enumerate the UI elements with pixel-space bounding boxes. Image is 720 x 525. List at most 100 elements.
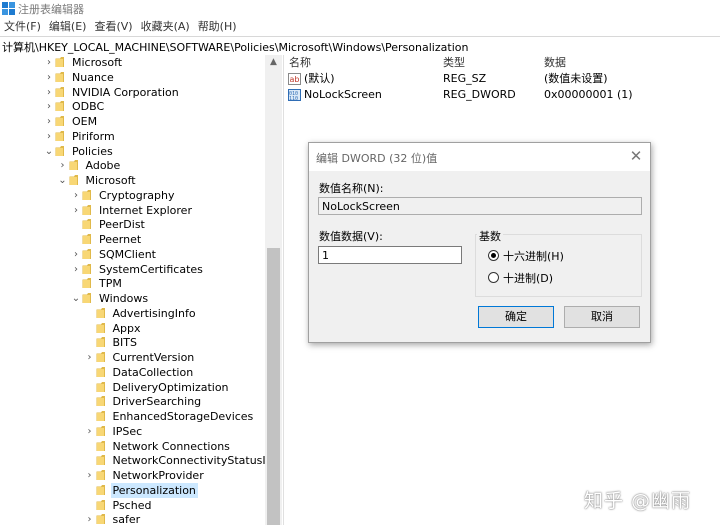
tree-item[interactable]: TPM bbox=[0, 276, 265, 291]
value-name: (默认) bbox=[304, 72, 335, 85]
tree-item-label: DriverSearching bbox=[112, 395, 202, 409]
column-header-data[interactable]: 数据 bbox=[544, 55, 566, 70]
window-title: 注册表编辑器 bbox=[18, 3, 84, 16]
tree-item[interactable]: › Cryptography bbox=[0, 188, 265, 203]
address-path[interactable]: 计算机\HKEY_LOCAL_MACHINE\SOFTWARE\Policies… bbox=[2, 39, 468, 55]
value-name-field[interactable]: NoLockScreen bbox=[318, 197, 642, 215]
radio-decimal[interactable] bbox=[488, 272, 499, 283]
value-row[interactable]: ab (默认) REG_SZ (数值未设置) bbox=[287, 71, 717, 87]
tree-item-label: Psched bbox=[112, 498, 152, 512]
chevron-right-icon[interactable]: › bbox=[44, 55, 54, 70]
tree-item[interactable]: DeliveryOptimization bbox=[0, 380, 265, 395]
folder-icon bbox=[96, 455, 105, 466]
radio-hex[interactable] bbox=[488, 250, 499, 261]
tree-item[interactable]: Personalization bbox=[0, 482, 265, 498]
svg-text:ab: ab bbox=[290, 75, 300, 84]
folder-icon bbox=[55, 145, 64, 156]
folder-icon bbox=[96, 381, 105, 392]
chevron-right-icon[interactable]: › bbox=[58, 158, 68, 173]
chevron-right-icon bbox=[71, 232, 81, 247]
tree-item-label: Peernet bbox=[99, 233, 142, 246]
chevron-right-icon[interactable]: › bbox=[71, 188, 81, 203]
tree-item[interactable]: › NetworkProvider bbox=[0, 468, 265, 483]
tree-item-label: Piriform bbox=[72, 129, 115, 143]
menu-view[interactable]: 查看(V) bbox=[90, 18, 136, 36]
tree-item[interactable]: › Internet Explorer bbox=[0, 203, 265, 218]
chevron-right-icon[interactable]: › bbox=[85, 512, 95, 525]
chevron-right-icon bbox=[85, 439, 95, 454]
tree-item[interactable]: Appx bbox=[0, 321, 265, 336]
tree-item[interactable]: › ODBC bbox=[0, 99, 265, 114]
tree-item[interactable]: ⌄ Policies bbox=[0, 144, 265, 159]
tree-item[interactable]: › Adobe bbox=[0, 158, 265, 173]
tree-item[interactable]: › CurrentVersion bbox=[0, 350, 265, 365]
chevron-down-icon[interactable]: ⌄ bbox=[71, 291, 81, 306]
tree-item[interactable]: › OEM bbox=[0, 114, 265, 129]
tree-item[interactable]: › Piriform bbox=[0, 129, 265, 144]
menu-edit[interactable]: 编辑(E) bbox=[45, 18, 91, 36]
tree-scrollbar[interactable]: ▲ bbox=[265, 55, 282, 525]
chevron-right-icon[interactable]: › bbox=[44, 85, 54, 100]
radio-decimal-label[interactable]: 十进制(D) bbox=[503, 270, 553, 286]
menu-favorites[interactable]: 收藏夹(A) bbox=[137, 18, 194, 36]
chevron-down-icon[interactable]: ⌄ bbox=[44, 144, 54, 159]
cancel-button[interactable]: 取消 bbox=[564, 306, 640, 328]
tree-item[interactable]: ⌄ Windows bbox=[0, 291, 265, 306]
address-bar[interactable]: 计算机\HKEY_LOCAL_MACHINE\SOFTWARE\Policies… bbox=[0, 36, 720, 56]
tree-item-label: CurrentVersion bbox=[112, 351, 195, 364]
ok-button[interactable]: 确定 bbox=[478, 306, 554, 328]
tree-item[interactable]: › NVIDIA Corporation bbox=[0, 85, 265, 100]
tree-item[interactable]: BITS bbox=[0, 335, 265, 350]
value-name-label: 数值名称(N): bbox=[319, 182, 384, 195]
tree-item[interactable]: NetworkConnectivityStatusIndi bbox=[0, 453, 283, 468]
scroll-up-icon[interactable]: ▲ bbox=[265, 55, 282, 70]
tree-item[interactable]: › IPSec bbox=[0, 424, 265, 439]
tree-item-label: Windows bbox=[99, 292, 149, 305]
chevron-right-icon[interactable]: › bbox=[85, 468, 95, 483]
title-bar: 注册表编辑器 bbox=[0, 0, 720, 18]
column-header-type[interactable]: 类型 bbox=[443, 55, 465, 70]
tree-item[interactable]: AdvertisingInfo bbox=[0, 306, 265, 321]
chevron-right-icon[interactable]: › bbox=[85, 350, 95, 365]
chevron-right-icon bbox=[85, 394, 95, 409]
radio-hex-label[interactable]: 十六进制(H) bbox=[503, 248, 564, 264]
tree-item[interactable]: DataCollection bbox=[0, 365, 265, 380]
chevron-right-icon[interactable]: › bbox=[44, 99, 54, 114]
tree-item-label: Appx bbox=[112, 321, 141, 335]
value-type: REG_SZ bbox=[443, 72, 487, 85]
tree-item[interactable]: EnhancedStorageDevices bbox=[0, 409, 265, 424]
tree-item[interactable]: › safer bbox=[0, 512, 265, 525]
close-icon[interactable]: ✕ bbox=[627, 147, 645, 165]
chevron-right-icon[interactable]: › bbox=[71, 262, 81, 277]
tree-item[interactable]: Psched bbox=[0, 498, 265, 513]
tree-item-label: Adobe bbox=[85, 159, 121, 173]
tree-item[interactable]: PeerDist bbox=[0, 217, 265, 232]
value-data: (数值未设置) bbox=[544, 72, 608, 85]
tree-item[interactable]: › Microsoft bbox=[0, 55, 265, 70]
tree-item[interactable]: ⌄ Microsoft bbox=[0, 173, 265, 188]
tree-item[interactable]: DriverSearching bbox=[0, 394, 265, 409]
chevron-right-icon[interactable]: › bbox=[44, 114, 54, 129]
chevron-right-icon bbox=[85, 380, 95, 395]
chevron-right-icon[interactable]: › bbox=[85, 424, 95, 439]
dialog-title-bar[interactable]: 编辑 DWORD (32 位)值 ✕ bbox=[309, 143, 650, 171]
menu-help[interactable]: 帮助(H) bbox=[194, 18, 241, 36]
value-row[interactable]: 010 110 NoLockScreen REG_DWORD 0x0000000… bbox=[287, 87, 717, 103]
chevron-right-icon[interactable]: › bbox=[71, 247, 81, 262]
tree-item[interactable]: Peernet bbox=[0, 232, 265, 247]
tree-item[interactable]: Network Connections bbox=[0, 439, 265, 454]
folder-icon bbox=[96, 396, 105, 407]
column-header-name[interactable]: 名称 bbox=[289, 55, 311, 70]
chevron-right-icon[interactable]: › bbox=[44, 70, 54, 85]
chevron-right-icon[interactable]: › bbox=[44, 129, 54, 144]
chevron-right-icon[interactable]: › bbox=[71, 203, 81, 218]
tree-item-label: SystemCertificates bbox=[99, 262, 203, 276]
tree-item[interactable]: › Nuance bbox=[0, 70, 265, 85]
scrollbar-thumb[interactable] bbox=[267, 248, 280, 525]
tree-item[interactable]: › SystemCertificates bbox=[0, 262, 265, 277]
menu-file[interactable]: 文件(F) bbox=[0, 18, 45, 36]
tree-item[interactable]: › SQMClient bbox=[0, 247, 265, 262]
value-data-field[interactable]: 1 bbox=[318, 246, 462, 264]
chevron-down-icon[interactable]: ⌄ bbox=[58, 173, 68, 188]
registry-tree: › Microsoft › Nuance › NVIDIA Corporation › ODB… bbox=[0, 55, 283, 525]
